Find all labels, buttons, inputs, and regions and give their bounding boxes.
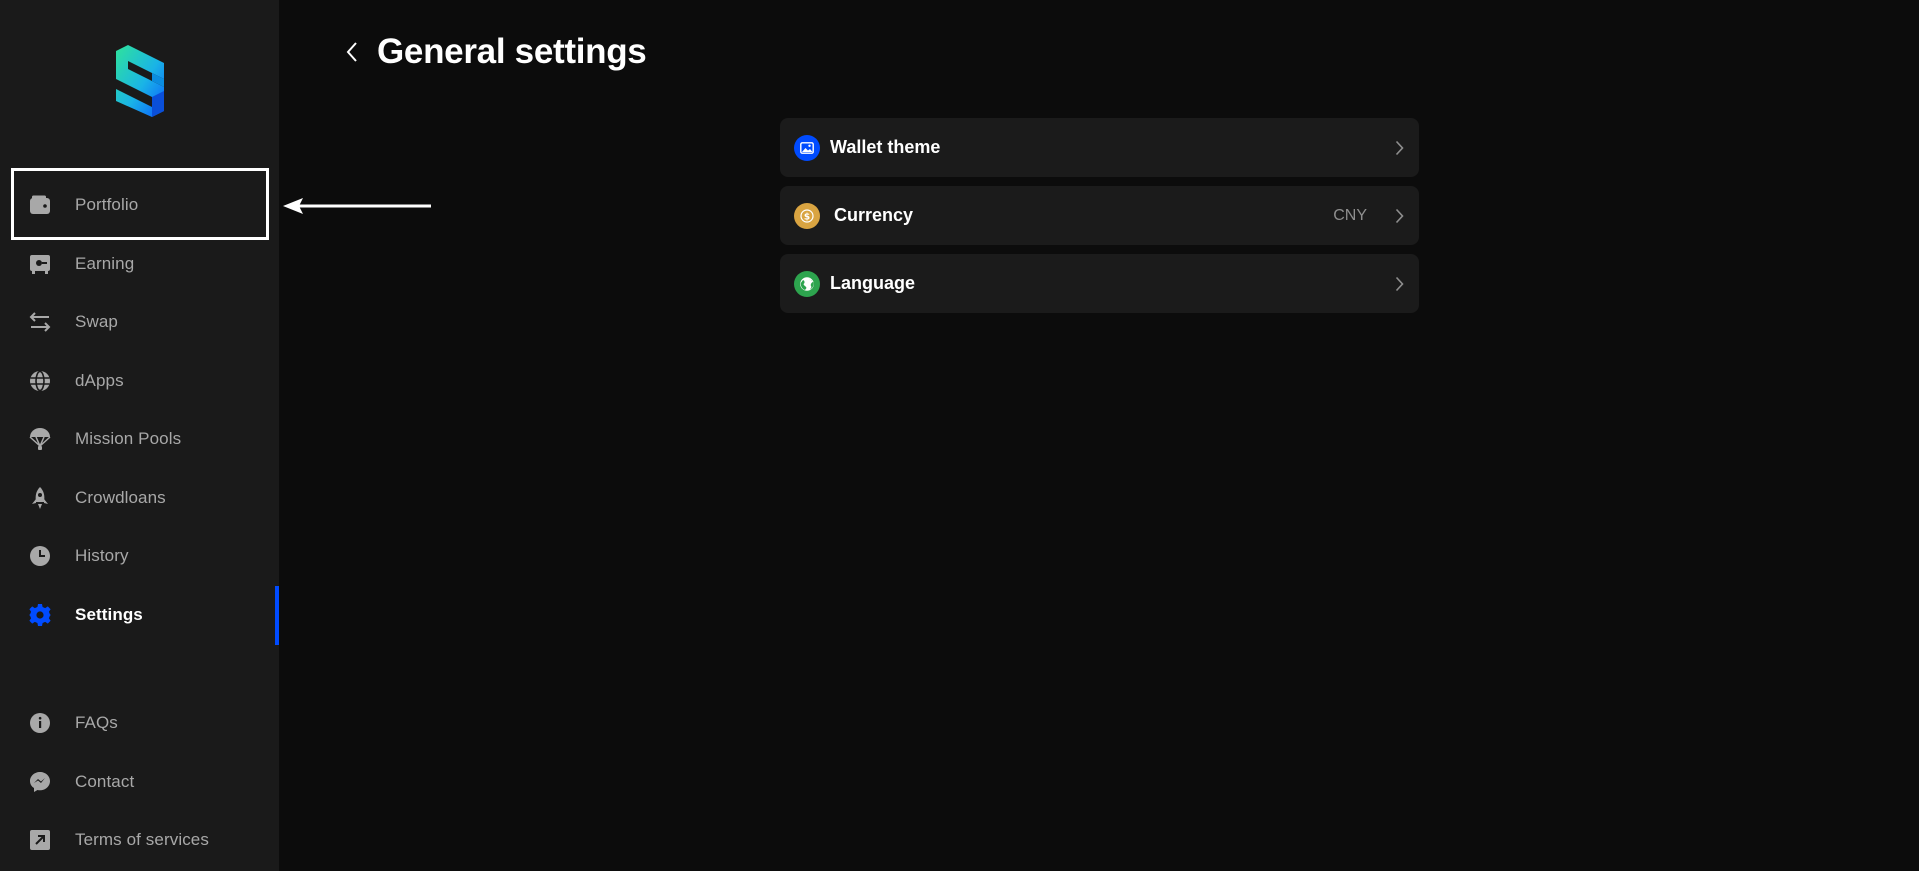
sidebar-item-label: Swap	[75, 312, 118, 331]
sidebar-item-label: Settings	[75, 605, 143, 624]
sidebar-item-settings[interactable]: Settings	[0, 586, 279, 644]
row-label: Language	[830, 273, 916, 293]
clock-icon	[28, 544, 52, 568]
sidebar-item-label: History	[75, 546, 129, 565]
page-title: General settings	[377, 32, 647, 71]
sidebar-item-history[interactable]: History	[0, 527, 279, 585]
swap-arrows-icon	[28, 310, 52, 334]
row-label: Currency	[834, 205, 914, 225]
parachute-icon	[28, 427, 52, 451]
chevron-left-icon	[346, 42, 357, 62]
language-row[interactable]: Language	[780, 254, 1419, 313]
gear-icon	[28, 603, 52, 627]
currency-value: CNY	[1333, 206, 1367, 224]
chevron-right-icon	[1391, 140, 1407, 156]
coin-icon: $	[794, 202, 820, 229]
sidebar-item-label: Contact	[75, 772, 135, 791]
sidebar-item-mission-pools[interactable]: Mission Pools	[0, 410, 279, 468]
sidebar-item-label: Mission Pools	[75, 429, 182, 448]
image-icon	[794, 134, 820, 161]
sidebar-item-crowdloans[interactable]: Crowdloans	[0, 469, 279, 527]
row-label: Wallet theme	[830, 137, 941, 157]
sidebar-item-label: Terms of services	[75, 830, 209, 849]
currency-row[interactable]: $ Currency CNY	[780, 186, 1419, 245]
rocket-icon	[28, 486, 52, 510]
messenger-icon	[28, 770, 52, 794]
wallet-theme-row[interactable]: Wallet theme	[780, 118, 1419, 177]
globe-icon	[794, 270, 820, 297]
svg-text:$: $	[804, 212, 810, 222]
sidebar-item-label: Earning	[75, 254, 135, 273]
external-link-icon	[28, 828, 52, 852]
globe-icon	[28, 369, 52, 393]
sidebar-item-swap[interactable]: Swap	[0, 293, 279, 351]
page-header: General settings	[340, 28, 647, 76]
app-logo	[112, 45, 166, 123]
active-indicator	[275, 586, 279, 645]
safe-icon	[28, 252, 52, 276]
annotation-arrow	[283, 197, 431, 215]
sidebar-item-label: FAQs	[75, 713, 118, 732]
sidebar-item-label: Portfolio	[75, 195, 139, 214]
chevron-right-icon	[1391, 208, 1407, 224]
sidebar-item-terms[interactable]: Terms of services	[0, 811, 279, 869]
back-button[interactable]	[340, 40, 364, 64]
sidebar-item-label: dApps	[75, 371, 124, 390]
sidebar-item-dapps[interactable]: dApps	[0, 352, 279, 410]
settings-list: Wallet theme $ Currency CNY Language	[780, 118, 1419, 322]
wallet-icon	[28, 193, 52, 217]
sidebar-item-contact[interactable]: Contact	[0, 753, 279, 811]
sidebar-item-faqs[interactable]: FAQs	[0, 694, 279, 752]
info-icon	[28, 711, 52, 735]
sidebar-item-earning[interactable]: Earning	[0, 235, 279, 293]
chevron-right-icon	[1391, 276, 1407, 292]
sidebar-item-label: Crowdloans	[75, 488, 166, 507]
sidebar-item-portfolio[interactable]: Portfolio	[0, 176, 279, 234]
sidebar: Portfolio Earning Swap dApps Mission Poo…	[0, 0, 279, 871]
